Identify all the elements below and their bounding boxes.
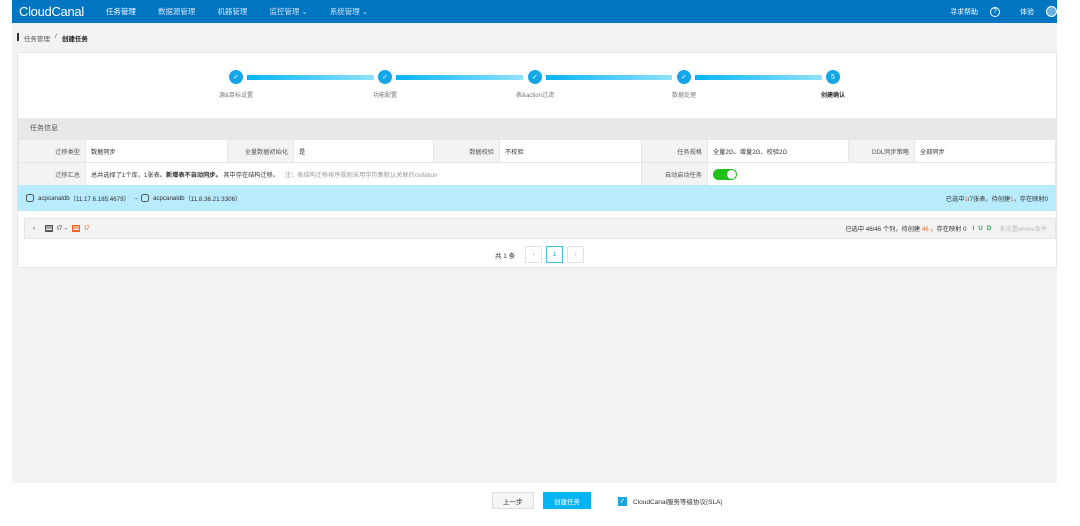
step-label-current: 创建确认 bbox=[820, 93, 846, 99]
breadcrumb-parent[interactable]: 任务管理 bbox=[24, 33, 50, 43]
page-1-button[interactable]: 1 bbox=[546, 246, 564, 263]
step-2-check-icon: ✓ bbox=[378, 70, 392, 84]
new-table-icon bbox=[72, 225, 81, 232]
step-label: 源&目标设置 bbox=[218, 93, 254, 99]
insert-flag[interactable]: I bbox=[973, 225, 975, 232]
info-key: DDL同步策略 bbox=[848, 139, 915, 163]
footer-bar: 上一步 创建任务 ✓ CloudCanal服务等级协议(SLA) bbox=[12, 483, 1057, 526]
user-name[interactable]: 体验 bbox=[1020, 7, 1034, 17]
section-title: 任务信息 bbox=[18, 118, 1056, 139]
breadcrumb-separator: / bbox=[55, 33, 57, 40]
info-key: 迁移类型 bbox=[18, 139, 86, 163]
update-flag[interactable]: U bbox=[978, 225, 982, 232]
logo[interactable]: CloudCanal bbox=[19, 4, 84, 19]
target-db: acpcanaldb bbox=[152, 194, 185, 202]
avatar[interactable] bbox=[1046, 6, 1057, 17]
arrow-right-icon: → bbox=[132, 194, 139, 202]
chevron-right-icon[interactable]: › bbox=[33, 225, 35, 232]
step-label: 功能配置 bbox=[372, 93, 398, 99]
column-stats: 已选中 46/46 个列，待创建 46 ，存在映射 0 bbox=[845, 226, 967, 233]
breadcrumb-current: 创建任务 bbox=[61, 36, 88, 43]
breadcrumb: 任务管理 / 创建任务 bbox=[17, 33, 88, 43]
step-line bbox=[695, 75, 822, 80]
summary-note: 注：表结构迁移排序规则采用字符集默认关联的collation bbox=[284, 171, 438, 179]
auto-start-toggle[interactable] bbox=[713, 168, 737, 180]
info-key: 任务规格 bbox=[641, 139, 708, 163]
info-key: 数据校验 bbox=[433, 139, 500, 163]
info-key: 自动启动任务 bbox=[641, 162, 708, 186]
nav-task-management[interactable]: 任务管理 bbox=[106, 6, 136, 17]
database-mapping-row[interactable]: acpcanaldb （11.17.6.185:4679） → acpcanal… bbox=[18, 185, 1056, 211]
table-icon bbox=[45, 225, 54, 232]
database-icon bbox=[26, 194, 34, 202]
arrow-right-icon: → bbox=[62, 225, 69, 232]
db-stats: 已选中1/7张表，待创建1，存在映射0 bbox=[945, 195, 1048, 203]
target-table: t7 bbox=[84, 225, 90, 232]
migration-summary: 总共选择了1个库，1张表。新增表不自动同步。 其中存在结构迁移。 注：表结构迁移… bbox=[85, 162, 642, 186]
create-task-card: ✓ ✓ ✓ ✓ 5 源&目标设置 功能配置 表&action过滤 数据处理 创建… bbox=[17, 52, 1057, 268]
sla-agreement: ✓ CloudCanal服务等级协议(SLA) bbox=[618, 496, 723, 506]
task-info-table: 迁移类型 数据同步 全量数据初始化 是 数据校验 不校验 任务规格 全量2G、增… bbox=[18, 139, 1056, 186]
delete-flag[interactable]: D bbox=[987, 225, 991, 232]
step-1-check-icon: ✓ bbox=[229, 70, 243, 84]
create-task-button[interactable]: 创建任务 bbox=[543, 492, 591, 509]
summary-text: 总共选择了1个库，1张表。 bbox=[91, 171, 166, 179]
help-link[interactable]: 寻求帮助 bbox=[950, 7, 978, 17]
step-line bbox=[247, 75, 374, 80]
info-key: 迁移汇总 bbox=[18, 162, 86, 186]
auto-start-cell bbox=[707, 162, 1056, 186]
step-3-check-icon: ✓ bbox=[528, 70, 542, 84]
step-4-check-icon: ✓ bbox=[677, 70, 691, 84]
nav-machine-management[interactable]: 机器管理 bbox=[217, 6, 247, 17]
info-value: 不校验 bbox=[499, 139, 642, 163]
top-nav: CloudCanal 任务管理 数据源管理 机器管理 监控管理 ⌄ 系统管理 ⌄… bbox=[12, 0, 1057, 23]
next-page-button[interactable]: › bbox=[567, 246, 585, 263]
info-value: 全部同步 bbox=[914, 139, 1056, 163]
pagination: 共 1 条 ‹ 1 › bbox=[495, 246, 585, 263]
info-value: 数据同步 bbox=[85, 139, 228, 163]
breadcrumb-bar bbox=[17, 33, 19, 41]
target-addr: （11.8.36.21:3306） bbox=[184, 195, 242, 203]
prev-page-button[interactable]: ‹ bbox=[525, 246, 543, 263]
table-mapping-row[interactable]: › t7 → t7 已选中 46/46 个列，待创建 46 ，存在映射 0 I … bbox=[24, 218, 1056, 239]
summary-bold: 新增表不自动同步。 bbox=[165, 171, 222, 179]
step-label: 表&action过滤 bbox=[515, 93, 555, 99]
nav-datasource-management[interactable]: 数据源管理 bbox=[158, 6, 196, 17]
step-line bbox=[546, 75, 672, 80]
source-addr: （11.17.6.185:4679） bbox=[69, 195, 130, 203]
step-5-number: 5 bbox=[826, 70, 840, 84]
nav-monitor-management[interactable]: 监控管理 ⌄ bbox=[269, 6, 307, 17]
stepper: ✓ ✓ ✓ ✓ 5 源&目标设置 功能配置 表&action过滤 数据处理 创建… bbox=[18, 70, 1056, 100]
question-icon[interactable]: ? bbox=[990, 6, 1000, 17]
info-value: 全量2G、增量2G、校验2G bbox=[707, 139, 849, 163]
info-key: 全量数据初始化 bbox=[227, 139, 294, 163]
source-db: acpcanaldb bbox=[38, 194, 70, 202]
where-condition-link[interactable]: 未设置where条件 bbox=[999, 224, 1047, 233]
sla-checkbox[interactable]: ✓ bbox=[618, 496, 627, 506]
nav-system-management[interactable]: 系统管理 ⌄ bbox=[330, 6, 368, 17]
database-icon bbox=[140, 194, 149, 202]
sla-link[interactable]: CloudCanal服务等级协议(SLA) bbox=[633, 496, 723, 506]
summary-text: 其中存在结构迁移。 bbox=[223, 171, 280, 179]
info-value: 是 bbox=[293, 139, 434, 163]
step-label: 数据处理 bbox=[671, 93, 697, 99]
previous-step-button[interactable]: 上一步 bbox=[492, 492, 534, 509]
step-line bbox=[396, 75, 523, 80]
pagination-total: 共 1 条 bbox=[495, 252, 516, 260]
